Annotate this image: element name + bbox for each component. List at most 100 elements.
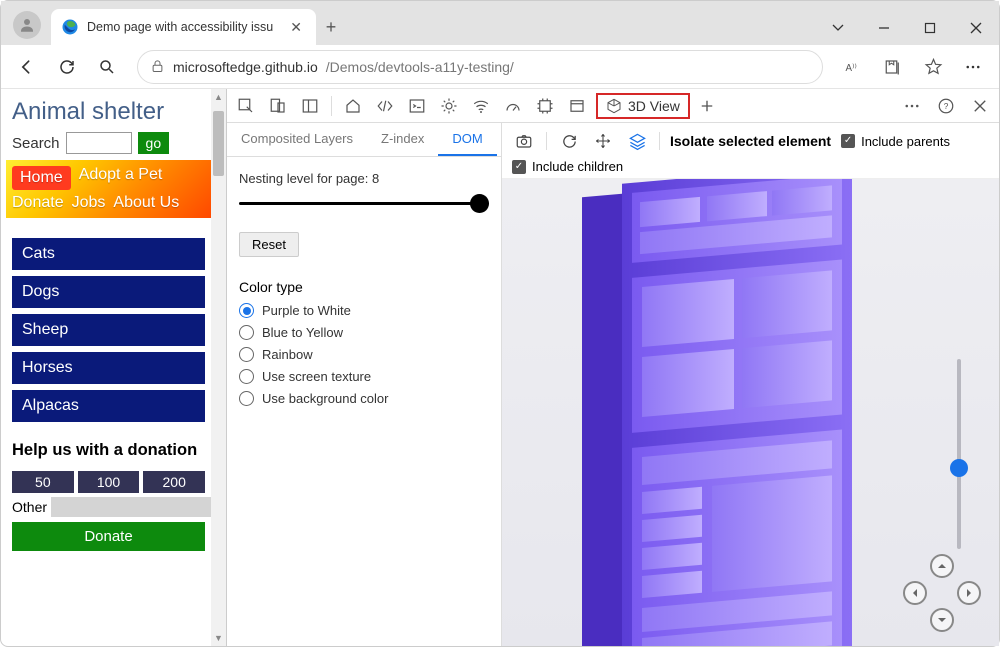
- animal-item[interactable]: Cats: [12, 238, 205, 270]
- welcome-icon[interactable]: [338, 91, 368, 121]
- color-option[interactable]: Purple to White: [239, 303, 489, 318]
- maximize-button[interactable]: [907, 11, 953, 45]
- webpage-panel: Animal shelter Search go Home Adopt a Pe…: [1, 89, 227, 646]
- svg-text:?: ?: [944, 102, 949, 111]
- color-option[interactable]: Use background color: [239, 391, 489, 406]
- refresh-button[interactable]: [49, 49, 85, 85]
- 3d-view-label: 3D View: [628, 98, 680, 114]
- sources-icon[interactable]: [434, 91, 464, 121]
- back-button[interactable]: [9, 49, 45, 85]
- donation-amount[interactable]: 100: [78, 471, 140, 493]
- search-input[interactable]: [66, 132, 132, 154]
- add-tab-icon[interactable]: [692, 91, 722, 121]
- scroll-up-icon[interactable]: ▲: [211, 89, 226, 105]
- network-icon[interactable]: [466, 91, 496, 121]
- edge-icon: [61, 18, 79, 36]
- elements-icon[interactable]: [370, 91, 400, 121]
- more-tools-icon[interactable]: [897, 91, 927, 121]
- dpad-down[interactable]: [930, 608, 954, 632]
- svg-text:A⁾⁾: A⁾⁾: [846, 62, 857, 73]
- donation-amount[interactable]: 50: [12, 471, 74, 493]
- include-parents-checkbox[interactable]: Include parents: [841, 134, 950, 149]
- collections-icon[interactable]: [875, 49, 911, 85]
- panel-icon[interactable]: [295, 91, 325, 121]
- donate-button[interactable]: Donate: [12, 522, 205, 551]
- device-icon[interactable]: [263, 91, 293, 121]
- 3d-viewport[interactable]: [502, 179, 999, 646]
- animal-item[interactable]: Alpacas: [12, 390, 205, 422]
- scroll-down-icon[interactable]: ▼: [211, 630, 226, 646]
- zoom-slider-track[interactable]: [957, 359, 961, 549]
- memory-icon[interactable]: [530, 91, 560, 121]
- donation-other-label: Other: [12, 499, 47, 515]
- window-titlebar: Demo page with accessibility issu ✕ +: [1, 1, 999, 45]
- minimize-button[interactable]: [861, 11, 907, 45]
- tab-title: Demo page with accessibility issu: [87, 20, 278, 34]
- browser-tab[interactable]: Demo page with accessibility issu ✕: [51, 9, 316, 45]
- dpad-left[interactable]: [903, 581, 927, 605]
- color-option[interactable]: Use screen texture: [239, 369, 489, 384]
- layers-icon[interactable]: [625, 129, 649, 153]
- dpad-up[interactable]: [930, 554, 954, 578]
- main-nav: Home Adopt a Pet Donate Jobs About Us: [6, 160, 211, 218]
- page-title: Animal shelter: [6, 94, 211, 132]
- close-window-button[interactable]: [953, 11, 999, 45]
- screenshot-icon[interactable]: [512, 129, 536, 153]
- search-go-button[interactable]: go: [138, 132, 170, 154]
- search-button[interactable]: [89, 49, 125, 85]
- animal-item[interactable]: Horses: [12, 352, 205, 384]
- application-icon[interactable]: [562, 91, 592, 121]
- subtab-composited[interactable]: Composited Layers: [227, 123, 367, 156]
- new-tab-button[interactable]: +: [316, 9, 346, 45]
- chevron-down-icon[interactable]: [815, 11, 861, 45]
- donation-amount[interactable]: 200: [143, 471, 205, 493]
- dpad: [903, 554, 981, 632]
- animal-item[interactable]: Sheep: [12, 314, 205, 346]
- inspect-icon[interactable]: [231, 91, 261, 121]
- isolate-label: Isolate selected element: [670, 133, 831, 149]
- 3d-view-tab[interactable]: 3D View: [596, 93, 690, 119]
- address-bar-row: microsoftedge.github.io/Demos/devtools-a…: [1, 45, 999, 89]
- pan-icon[interactable]: [591, 129, 615, 153]
- read-aloud-icon[interactable]: A⁾⁾: [835, 49, 871, 85]
- nav-home[interactable]: Home: [12, 166, 71, 190]
- nav-jobs[interactable]: Jobs: [72, 194, 106, 212]
- console-icon[interactable]: [402, 91, 432, 121]
- reset-button[interactable]: Reset: [239, 232, 299, 257]
- cube-icon: [606, 98, 622, 114]
- tab-close-icon[interactable]: ✕: [286, 17, 306, 38]
- color-option[interactable]: Blue to Yellow: [239, 325, 489, 340]
- reset-view-icon[interactable]: [557, 129, 581, 153]
- donation-box: Help us with a donation 50 100 200 Other…: [6, 424, 211, 567]
- favorite-icon[interactable]: [915, 49, 951, 85]
- donation-other-input[interactable]: [51, 497, 211, 517]
- donation-heading: Help us with a donation: [12, 440, 205, 461]
- search-label: Search: [12, 135, 60, 152]
- scroll-thumb[interactable]: [213, 111, 224, 176]
- include-children-checkbox[interactable]: Include children: [512, 159, 989, 174]
- nav-about[interactable]: About Us: [113, 194, 179, 212]
- 3dview-viewport-panel: Isolate selected element Include parents…: [502, 123, 999, 646]
- zoom-slider-thumb[interactable]: [950, 459, 968, 477]
- profile-avatar[interactable]: [13, 11, 41, 39]
- help-icon[interactable]: ?: [931, 91, 961, 121]
- dpad-right[interactable]: [957, 581, 981, 605]
- color-type-heading: Color type: [239, 279, 489, 295]
- subtab-zindex[interactable]: Z-index: [367, 123, 438, 156]
- menu-icon[interactable]: [955, 49, 991, 85]
- 3dview-left-panel: Composited Layers Z-index DOM Nesting le…: [227, 123, 502, 646]
- animal-list: Cats Dogs Sheep Horses Alpacas: [6, 218, 211, 424]
- performance-icon[interactable]: [498, 91, 528, 121]
- search-form: Search go: [6, 132, 211, 160]
- color-option[interactable]: Rainbow: [239, 347, 489, 362]
- 3d-scene: [562, 179, 902, 646]
- url-host: microsoftedge.github.io: [173, 59, 318, 75]
- close-devtools-icon[interactable]: [965, 91, 995, 121]
- nav-adopt[interactable]: Adopt a Pet: [79, 166, 163, 190]
- nav-donate[interactable]: Donate: [12, 194, 64, 212]
- page-scrollbar[interactable]: ▲ ▼: [211, 89, 226, 646]
- subtab-dom[interactable]: DOM: [438, 123, 496, 156]
- nesting-slider[interactable]: [239, 194, 489, 214]
- animal-item[interactable]: Dogs: [12, 276, 205, 308]
- address-bar[interactable]: microsoftedge.github.io/Demos/devtools-a…: [137, 50, 823, 84]
